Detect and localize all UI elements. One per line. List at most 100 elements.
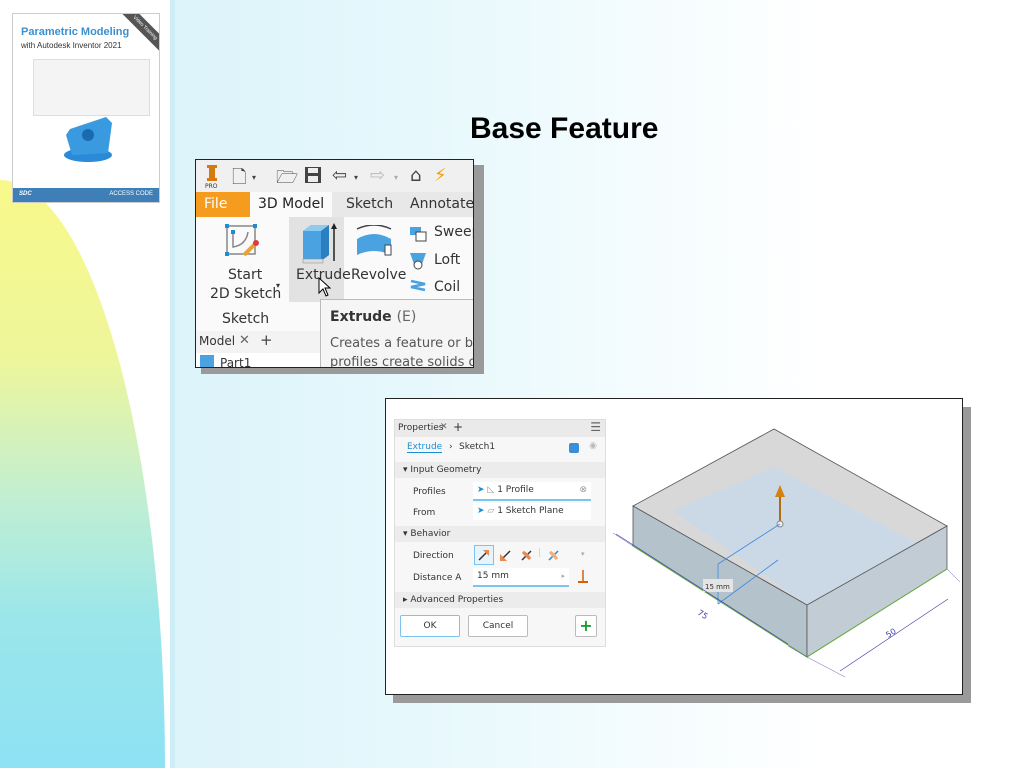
direction-symmetric-button[interactable] xyxy=(518,546,536,564)
breadcrumb-separator-icon: › xyxy=(449,442,453,452)
book-part-image xyxy=(64,117,112,162)
tab-file[interactable]: File xyxy=(196,192,250,217)
apply-add-button[interactable]: + xyxy=(575,615,597,637)
properties-tab[interactable]: Properties xyxy=(398,423,443,433)
section-label: Behavior xyxy=(410,529,451,539)
publisher-label: SDC xyxy=(19,191,32,197)
breadcrumb-sketch[interactable]: Sketch1 xyxy=(459,442,495,452)
sweep-button-label[interactable]: Sweep xyxy=(434,224,473,240)
slide-title: Base Feature xyxy=(470,112,659,145)
add-panel-icon[interactable]: + xyxy=(453,420,463,434)
clear-selection-icon[interactable]: ⊗ xyxy=(579,482,587,499)
solid-body-icon[interactable] xyxy=(569,443,579,453)
revolve-icon[interactable] xyxy=(353,225,395,261)
extension-line xyxy=(612,532,634,547)
distance-a-value: 15 mm xyxy=(477,571,509,581)
extrude-properties-screenshot: Properties ✕ + ☰ Extrude › Sketch1 ◉ ▾ I… xyxy=(385,398,963,695)
direction-default-button[interactable] xyxy=(474,545,494,565)
add-tab-icon[interactable]: + xyxy=(260,331,273,349)
direction-flipped-button[interactable] xyxy=(497,546,515,564)
update-icon[interactable]: ⚡ xyxy=(434,165,447,186)
to-face-icon[interactable] xyxy=(577,569,589,585)
close-properties-icon[interactable]: ✕ xyxy=(440,422,448,432)
tab-sketch[interactable]: Sketch xyxy=(338,192,401,217)
part-icon xyxy=(200,355,214,367)
tab-3d-model[interactable]: 3D Model xyxy=(250,192,333,217)
tab-annotate[interactable]: Annotate xyxy=(402,192,473,217)
book-title: Parametric Modeling xyxy=(21,26,130,38)
select-arrow-icon: ➤ xyxy=(477,506,485,516)
breadcrumb: Extrude › Sketch1 ◉ xyxy=(395,440,605,458)
sketch-panel-label: Sketch xyxy=(222,311,270,327)
distance-dropdown-icon[interactable]: ▸ xyxy=(561,568,565,585)
extrude-icon[interactable] xyxy=(299,221,339,265)
tooltip-line-1: Creates a feature or bo xyxy=(330,336,474,351)
menu-icon[interactable]: ☰ xyxy=(590,420,601,434)
height-dimension-text[interactable]: 15 mm xyxy=(705,583,730,591)
section-label: Input Geometry xyxy=(410,465,482,475)
book-subtitle: with Autodesk Inventor 2021 xyxy=(21,41,122,50)
profiles-value: 1 Profile xyxy=(497,485,534,495)
start-2d-sketch-icon[interactable] xyxy=(224,223,260,259)
new-file-icon[interactable]: 🗋 xyxy=(232,165,246,195)
section-behavior[interactable]: ▾ Behavior xyxy=(395,526,605,542)
toolbar-separator: | xyxy=(538,548,542,558)
expand-icon: ▾ xyxy=(403,465,408,475)
expand-icon: ▾ xyxy=(403,529,408,539)
undo-icon[interactable]: ⇦ xyxy=(332,165,347,186)
coil-button-label[interactable]: Coil xyxy=(434,279,460,295)
inventor-ribbon-screenshot: PRO 🗋 ▾ 🗁 ⇦ ▾ ⇨ ▾ ⌂ ⚡ File 3D Model Sket… xyxy=(195,159,474,368)
extrude-tooltip: Extrude (E) Creates a feature or bo prof… xyxy=(320,299,474,368)
start-sketch-dropdown-icon[interactable]: ▾ xyxy=(276,281,280,290)
section-input-geometry[interactable]: ▾ Input Geometry xyxy=(395,462,605,478)
close-tab-icon[interactable]: ✕ xyxy=(239,333,250,348)
book-screenshot xyxy=(33,59,150,116)
new-dropdown-icon[interactable]: ▾ xyxy=(252,173,256,182)
ok-button[interactable]: OK xyxy=(400,615,460,637)
model-browser-tab[interactable]: Model xyxy=(199,334,235,348)
loft-icon[interactable] xyxy=(409,252,427,270)
collapse-icon: ▸ xyxy=(403,595,408,605)
profiles-selector[interactable]: ➤ ◺ 1 Profile ⊗ xyxy=(473,482,591,501)
decorative-strip xyxy=(170,0,175,768)
tooltip-description: Creates a feature or bo profiles create … xyxy=(330,334,474,368)
sketch-plane-icon: ▱ xyxy=(487,506,495,516)
cancel-button[interactable]: Cancel xyxy=(468,615,528,637)
save-icon[interactable] xyxy=(304,166,322,184)
access-code-label: ACCESS CODE xyxy=(109,191,153,197)
browser-part-item[interactable]: Part1 xyxy=(220,356,251,367)
extension-line xyxy=(946,568,961,583)
direction-asymmetric-button[interactable] xyxy=(545,546,563,564)
section-advanced-properties[interactable]: ▸ Advanced Properties xyxy=(395,592,605,608)
profiles-label: Profiles xyxy=(413,487,446,497)
visibility-eye-icon[interactable]: ◉ xyxy=(589,441,597,451)
extension-line xyxy=(806,656,846,678)
3d-viewport[interactable]: 15 mm 75 50 xyxy=(608,399,962,694)
home-icon[interactable]: ⌂ xyxy=(410,165,421,186)
properties-panel: Properties ✕ + ☰ Extrude › Sketch1 ◉ ▾ I… xyxy=(394,419,606,647)
direction-default-icon xyxy=(478,550,489,561)
section-label: Advanced Properties xyxy=(410,595,504,605)
distance-a-input[interactable]: 15 mm ▸ xyxy=(473,568,569,587)
book-cover: Parametric Modeling with Autodesk Invent… xyxy=(12,13,160,203)
tooltip-line-2: profiles create solids o xyxy=(330,355,474,368)
start-sketch-label-line2[interactable]: 2D Sketch xyxy=(210,286,281,302)
from-value: 1 Sketch Plane xyxy=(497,506,564,516)
breadcrumb-extrude[interactable]: Extrude xyxy=(407,442,443,453)
redo-dropdown-icon[interactable]: ▾ xyxy=(394,173,398,182)
coil-icon[interactable] xyxy=(409,279,427,293)
open-folder-icon[interactable]: 🗁 xyxy=(276,165,298,195)
revolve-button-label[interactable]: Revolve xyxy=(351,267,406,283)
sweep-icon[interactable] xyxy=(409,224,427,242)
direction-dropdown-icon[interactable]: ▾ xyxy=(581,550,585,558)
undo-dropdown-icon[interactable]: ▾ xyxy=(354,173,358,182)
from-selector[interactable]: ➤ ▱ 1 Sketch Plane xyxy=(473,503,591,520)
redo-icon[interactable]: ⇨ xyxy=(370,165,385,186)
profile-shape-icon: ◺ xyxy=(487,485,495,495)
loft-button-label[interactable]: Loft xyxy=(434,252,460,268)
length-dimension-text[interactable]: 75 xyxy=(696,608,709,621)
start-sketch-label-line1[interactable]: Start xyxy=(228,267,262,283)
select-arrow-icon: ➤ xyxy=(477,485,485,495)
width-dimension-text[interactable]: 50 xyxy=(884,627,897,640)
quick-access-toolbar: PRO 🗋 ▾ 🗁 ⇦ ▾ ⇨ ▾ ⌂ ⚡ xyxy=(196,160,473,192)
